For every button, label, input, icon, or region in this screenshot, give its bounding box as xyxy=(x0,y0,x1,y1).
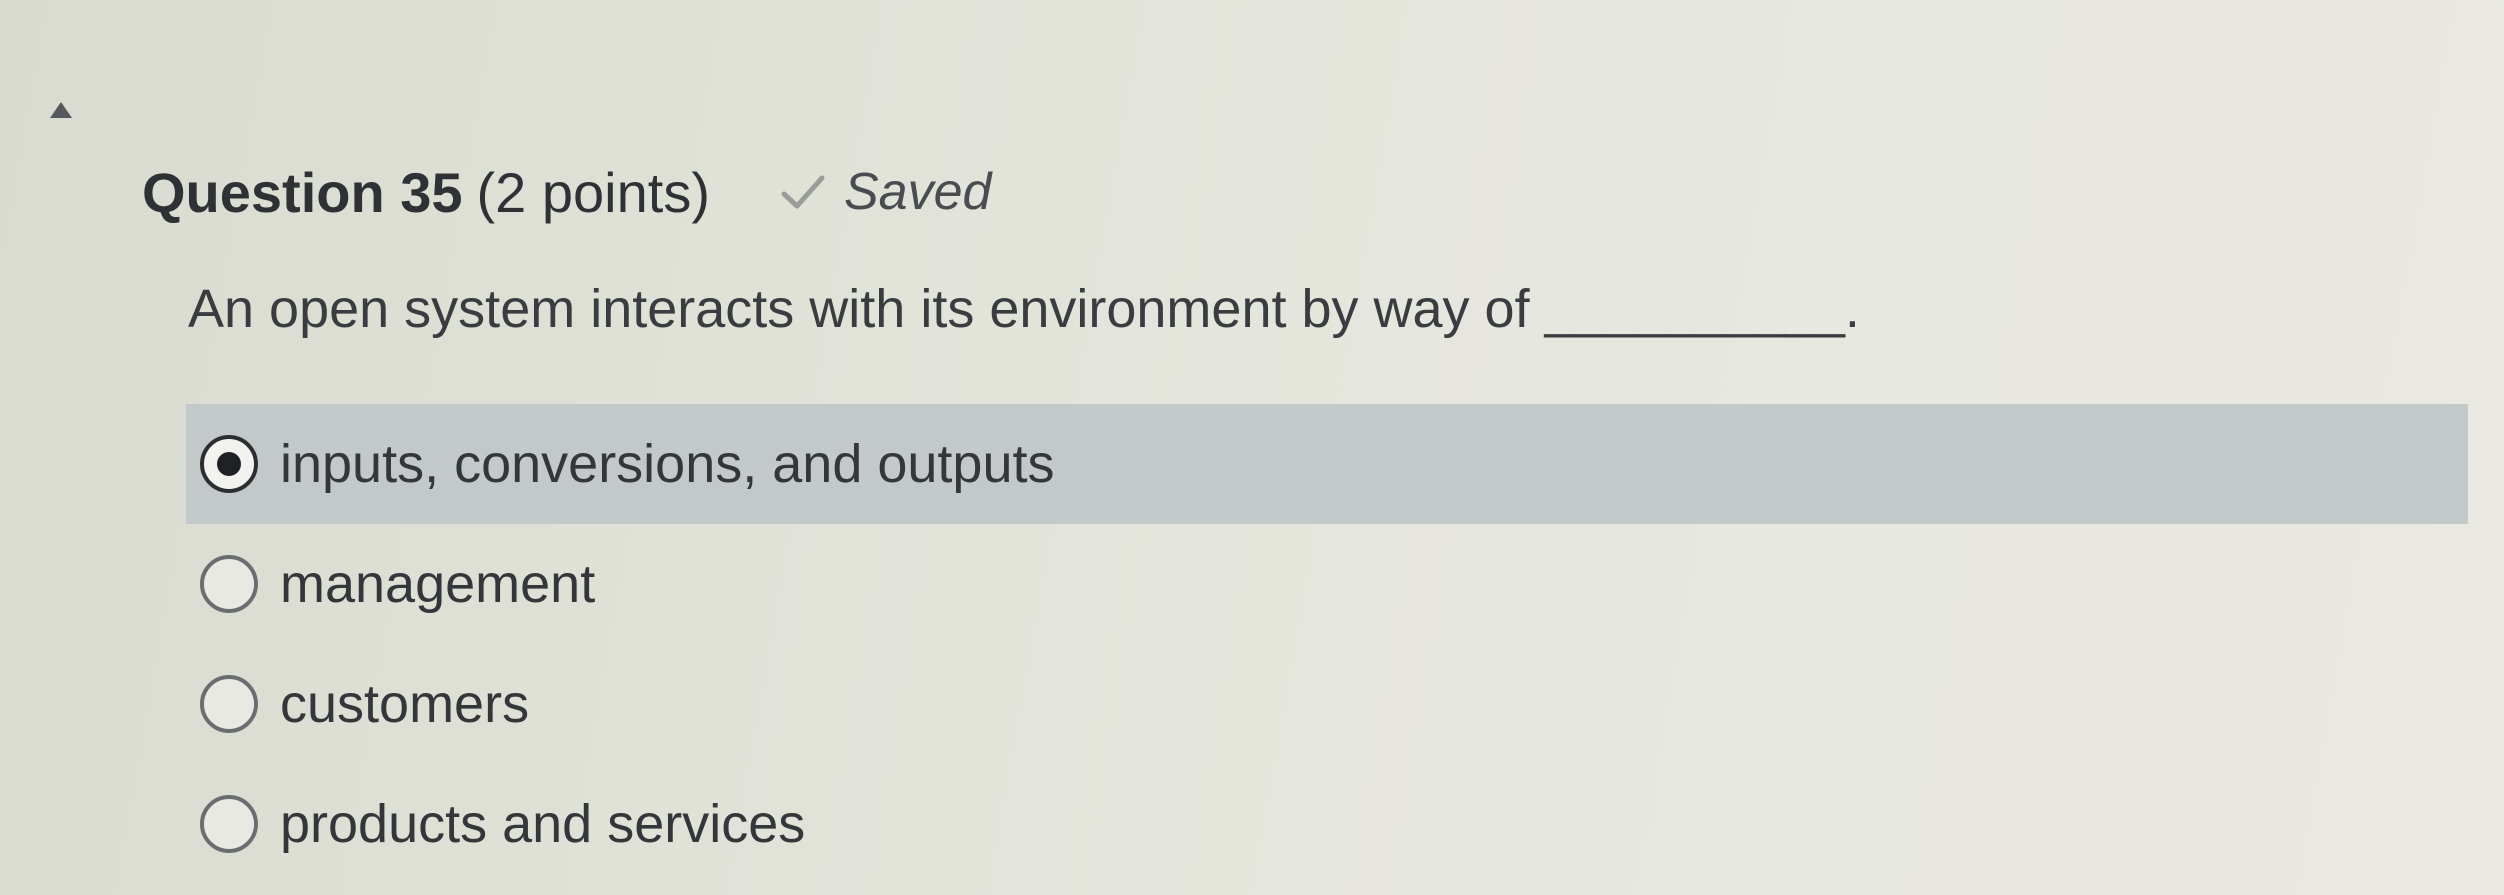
option-products-and-services[interactable]: products and services xyxy=(186,764,2468,884)
radio-dot xyxy=(217,452,241,476)
option-label: management xyxy=(280,554,596,614)
option-label: customers xyxy=(280,674,530,734)
radio-button-icon[interactable] xyxy=(200,795,258,853)
radio-button-icon[interactable] xyxy=(200,555,258,613)
radio-button-icon[interactable] xyxy=(200,675,258,733)
option-label: inputs, conversions, and outputs xyxy=(280,434,1055,494)
collapse-triangle-icon[interactable] xyxy=(50,102,72,118)
option-customers[interactable]: customers xyxy=(186,644,2468,764)
saved-label: Saved xyxy=(843,163,992,221)
saved-status: Saved xyxy=(780,162,991,222)
option-management[interactable]: management xyxy=(186,524,2468,644)
question-points: (2 points) xyxy=(476,160,710,224)
question-header: Question 35 (2 points) Saved xyxy=(142,152,991,232)
answer-options: inputs, conversions, and outputs managem… xyxy=(186,404,2468,884)
option-inputs-conversions-outputs[interactable]: inputs, conversions, and outputs xyxy=(186,404,2468,524)
check-icon xyxy=(780,172,826,212)
option-label: products and services xyxy=(280,794,806,854)
radio-button-selected-icon[interactable] xyxy=(200,435,258,493)
question-title: Question 35 xyxy=(142,160,463,224)
question-prompt: An open system interacts with its enviro… xyxy=(188,279,1860,339)
